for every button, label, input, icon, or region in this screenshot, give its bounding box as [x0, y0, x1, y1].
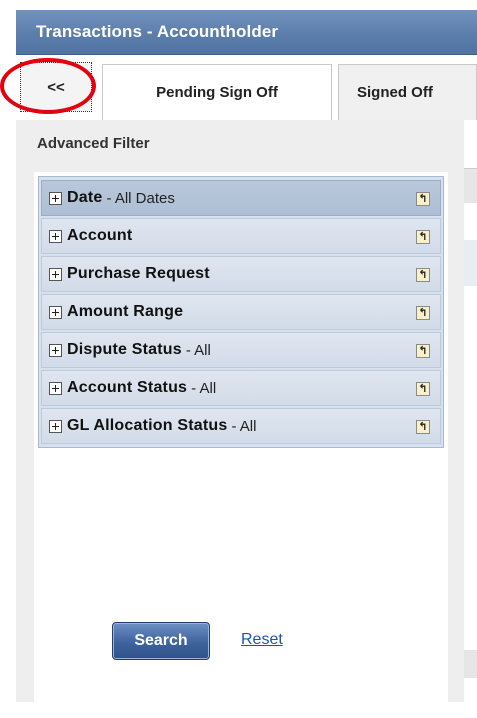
tab-signed-off[interactable]: Signed Off — [338, 64, 477, 120]
advanced-filter-title: Advanced Filter — [37, 135, 150, 152]
content-row-fragment — [464, 240, 477, 286]
tab-pending-sign-off[interactable]: Pending Sign Off — [102, 64, 332, 120]
filter-row-label: GL Allocation Status — [67, 417, 228, 434]
expand-icon[interactable] — [49, 381, 62, 395]
filter-row-label: Amount Range — [67, 303, 184, 320]
reset-filter-icon[interactable]: ↰ — [416, 382, 430, 396]
filter-row-label: Account Status — [67, 379, 188, 396]
expand-icon[interactable] — [49, 343, 62, 357]
filter-row-account[interactable]: Account ↰ — [41, 218, 441, 254]
filter-row-dispute-status[interactable]: Dispute Status - All ↰ — [41, 332, 441, 368]
window-title: Transactions - Accountholder — [36, 22, 279, 41]
reset-filter-icon[interactable]: ↰ — [416, 192, 430, 206]
advanced-filter-panel: Advanced Filter Date - All Dates ↰ Accou… — [16, 120, 465, 718]
expand-icon[interactable] — [49, 305, 62, 319]
filter-row-value: - All Dates — [106, 189, 175, 207]
filter-row-value: - All — [185, 341, 211, 359]
filter-row-label: Account — [67, 227, 133, 244]
expand-icon[interactable] — [49, 191, 62, 205]
reset-filter-icon[interactable]: ↰ — [416, 268, 430, 282]
content-footer-fragment — [464, 650, 477, 678]
filter-list: Date - All Dates ↰ Account ↰ Purchase Re… — [38, 176, 444, 448]
window-titlebar: Transactions - Accountholder — [16, 10, 477, 55]
expand-icon[interactable] — [49, 419, 62, 433]
filter-row-label: Purchase Request — [67, 265, 210, 282]
content-area-edge — [464, 120, 477, 702]
filter-row-value: - All — [191, 379, 217, 397]
content-header-fragment — [464, 168, 477, 203]
search-button[interactable]: Search — [112, 622, 210, 660]
filter-row-label: Dispute Status — [67, 341, 182, 358]
filter-row-date[interactable]: Date - All Dates ↰ — [41, 180, 441, 216]
reset-link[interactable]: Reset — [241, 631, 283, 649]
filter-row-account-status[interactable]: Account Status - All ↰ — [41, 370, 441, 406]
highlight-circle — [0, 58, 96, 114]
reset-filter-icon[interactable]: ↰ — [416, 420, 430, 434]
expand-icon[interactable] — [49, 267, 62, 281]
filter-row-label: Date — [67, 189, 103, 206]
filter-row-gl-allocation-status[interactable]: GL Allocation Status - All ↰ — [41, 408, 441, 444]
reset-filter-icon[interactable]: ↰ — [416, 344, 430, 358]
filter-row-purchase-request[interactable]: Purchase Request ↰ — [41, 256, 441, 292]
reset-filter-icon[interactable]: ↰ — [416, 230, 430, 244]
expand-icon[interactable] — [49, 229, 62, 243]
filter-row-amount-range[interactable]: Amount Range ↰ — [41, 294, 441, 330]
filter-row-value: - All — [231, 417, 257, 435]
reset-filter-icon[interactable]: ↰ — [416, 306, 430, 320]
